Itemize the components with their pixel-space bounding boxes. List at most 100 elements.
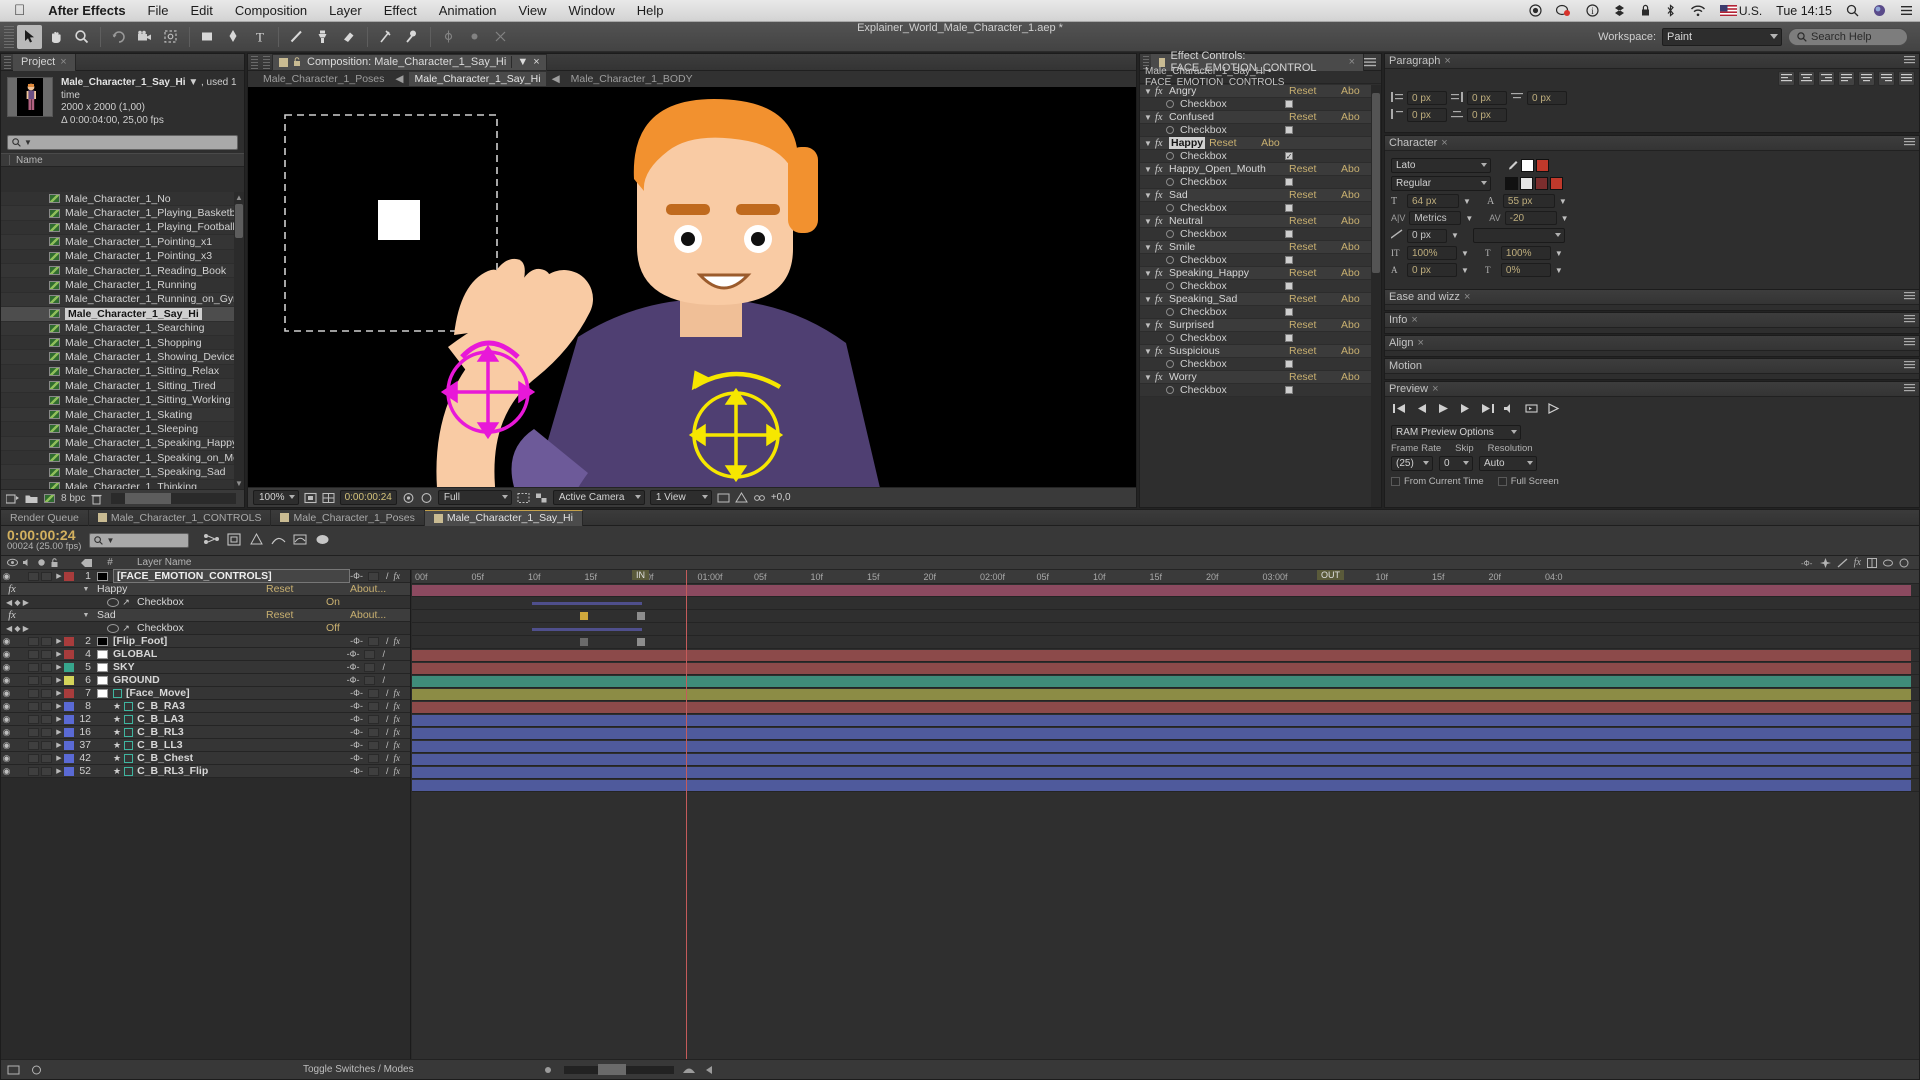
zoom-out-icon[interactable] — [544, 1065, 556, 1075]
twirl-icon[interactable]: ▼ — [1144, 87, 1152, 96]
effect-reset-button[interactable]: Reset — [1289, 85, 1337, 97]
project-list-item[interactable]: Male_Character_1_Speaking_on_Mobile — [1, 451, 244, 466]
rotation-tool[interactable] — [106, 25, 131, 49]
menu-after-effects[interactable]: After Effects — [37, 3, 136, 18]
next-frame-button[interactable] — [1459, 403, 1472, 417]
eyedropper-icon[interactable] — [1505, 159, 1519, 173]
project-list-item[interactable]: Male_Character_1_Sleeping — [1, 422, 244, 437]
record-icon[interactable] — [1522, 4, 1549, 17]
quality-switch[interactable]: / — [386, 740, 389, 750]
menu-layer[interactable]: Layer — [318, 3, 373, 18]
layer-label-color[interactable] — [64, 740, 74, 750]
close-icon[interactable]: × — [1464, 291, 1470, 303]
twirl-icon[interactable]: ▼ — [1144, 113, 1152, 122]
project-list-item[interactable]: Male_Character_1_Reading_Book — [1, 263, 244, 279]
font-size-caret-icon[interactable]: ▼ — [1463, 197, 1471, 206]
twirl-icon[interactable]: ▼ — [1144, 347, 1152, 356]
layer-label-color[interactable] — [64, 662, 74, 672]
lock-toggle[interactable] — [41, 714, 52, 724]
effect-about-button[interactable]: Abo — [1341, 163, 1371, 175]
collapse-switch[interactable] — [367, 714, 379, 724]
layer-visibility-toggle[interactable]: ◉ — [1, 727, 12, 738]
transparency-grid-icon[interactable] — [535, 492, 548, 504]
current-timecode[interactable]: 0:00:00:24 — [339, 490, 397, 505]
stroke-color-swatch[interactable] — [1536, 159, 1549, 172]
align-panel-header[interactable]: Align × — [1385, 336, 1919, 351]
layer-row[interactable]: ◉ ▶ 12 ★ C_B_LA3 -Ф- / fx — [1, 713, 410, 726]
menu-composition[interactable]: Composition — [224, 3, 318, 18]
twirl-icon[interactable]: ▶ — [54, 637, 64, 645]
hscale-caret-icon[interactable]: ▼ — [1555, 249, 1563, 258]
panel-menu-icon[interactable] — [1904, 383, 1915, 395]
collapse-switch[interactable] — [367, 701, 379, 711]
ease-and-wizz-header[interactable]: Ease and wizz × — [1385, 290, 1919, 305]
effect-reset-button[interactable]: Reset — [1289, 163, 1337, 175]
tsume-caret-icon[interactable]: ▼ — [1555, 266, 1563, 275]
quality-switch[interactable]: / — [382, 662, 385, 672]
stopwatch-icon[interactable] — [1166, 256, 1174, 264]
new-comp-icon[interactable] — [6, 493, 19, 504]
lock-toggle[interactable] — [41, 571, 52, 581]
pan-behind-tool[interactable] — [158, 25, 183, 49]
solo-toggle[interactable] — [28, 701, 39, 711]
layer-switches[interactable]: -Ф- / fx — [350, 636, 410, 646]
twirl-icon[interactable]: ▼ — [1144, 243, 1152, 252]
panel-menu-icon[interactable] — [1904, 137, 1915, 149]
menu-view[interactable]: View — [508, 3, 558, 18]
project-list-item[interactable]: Male_Character_1_Searching — [1, 321, 244, 336]
checkbox-control[interactable] — [1284, 178, 1293, 186]
layer-name[interactable]: C_B_RL3_Flip — [137, 765, 350, 777]
close-icon[interactable]: × — [1432, 383, 1438, 395]
camera-tool[interactable] — [132, 25, 157, 49]
checkbox-control[interactable] — [1284, 334, 1293, 342]
resolution-select[interactable]: Full — [437, 490, 512, 505]
show-snapshot-icon[interactable] — [420, 492, 433, 504]
layer-label-color[interactable] — [64, 714, 74, 724]
timeline-tab[interactable]: Render Queue — [1, 509, 89, 526]
lock-toggle[interactable] — [41, 636, 52, 646]
timeline-bar-row[interactable] — [412, 610, 1919, 623]
shy-switch[interactable]: -Ф- — [350, 636, 363, 646]
quality-switch[interactable]: / — [386, 571, 389, 581]
solo-toggle[interactable] — [28, 662, 39, 672]
layer-duration-bar[interactable] — [412, 702, 1911, 713]
tab-project[interactable]: Project × — [13, 53, 76, 71]
layer-duration-bar[interactable] — [412, 663, 1911, 674]
effect-row[interactable]: ▼ fx Happy_Open_Mouth Reset Abo — [1140, 163, 1371, 176]
layer-label-color[interactable] — [64, 766, 74, 776]
playhead[interactable] — [686, 570, 687, 1059]
align-center-button[interactable] — [1798, 71, 1815, 86]
twirl-icon[interactable]: ▼ — [1144, 191, 1152, 200]
stopwatch-icon[interactable] — [1166, 152, 1174, 160]
from-current-time-checkbox[interactable]: From Current Time — [1391, 476, 1484, 487]
project-list-item[interactable]: Male_Character_1_Playing_Basketball — [1, 206, 244, 221]
draft-3d-icon[interactable] — [227, 532, 242, 549]
timeline-bars[interactable] — [412, 584, 1919, 792]
effect-property-row[interactable]: Checkbox — [1140, 98, 1371, 111]
font-size-value[interactable]: 64 px — [1407, 194, 1459, 208]
effect-reset-button[interactable]: Reset — [1289, 267, 1337, 279]
effect-about-button[interactable]: About... — [350, 609, 410, 621]
lock-toggle[interactable] — [41, 701, 52, 711]
layer-label-color[interactable] — [64, 636, 74, 646]
effect-reset-button[interactable]: Reset — [1289, 371, 1337, 383]
dark-red-swatch[interactable] — [1535, 177, 1548, 190]
effect-range-bar[interactable] — [532, 602, 642, 605]
effect-property-row[interactable]: Checkbox — [1140, 150, 1371, 163]
effects-switch[interactable]: fx — [394, 701, 401, 711]
twirl-icon[interactable]: ▼ — [1144, 373, 1152, 382]
view-layout-select[interactable]: 1 View — [649, 490, 712, 505]
property-value[interactable]: Off — [326, 622, 410, 634]
layer-label-color[interactable] — [64, 727, 74, 737]
layer-switches[interactable]: -Ф- / fx — [350, 753, 410, 763]
project-scrollbar[interactable]: ▲ ▼ — [234, 192, 244, 489]
leading-caret-icon[interactable]: ▼ — [1559, 197, 1567, 206]
effect-property-row[interactable]: Checkbox — [1140, 176, 1371, 189]
keyframe-marker[interactable] — [580, 612, 588, 620]
close-icon[interactable]: × — [533, 56, 539, 68]
motion-blur-icon[interactable] — [271, 533, 286, 549]
layer-visibility-toggle[interactable]: ◉ — [1, 740, 12, 751]
project-hscrollbar[interactable] — [111, 493, 236, 504]
layer-duration-bar[interactable] — [412, 741, 1911, 752]
layer-switches[interactable]: -Ф- / fx — [350, 740, 410, 750]
